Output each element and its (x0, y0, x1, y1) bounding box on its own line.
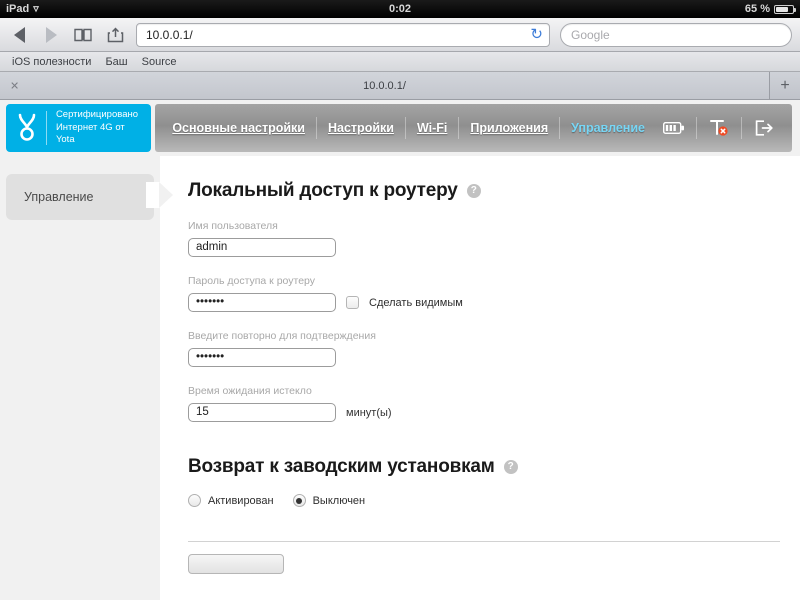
bottom-action-button[interactable] (188, 554, 284, 574)
sidebar-item-label: Управление (24, 190, 94, 204)
username-input[interactable]: admin (188, 238, 336, 257)
nav-divider (741, 117, 742, 139)
sidebar-notch-icon (159, 182, 173, 208)
safari-toolbar: 10.0.0.1/ ↻ Google (0, 18, 800, 52)
factory-reset-options: Активирован Выключен (188, 494, 780, 507)
sidebar-item-upravlenie[interactable]: Управление (6, 174, 154, 220)
password-row: ••••••• Сделать видимым (188, 293, 780, 312)
back-arrow-icon[interactable] (8, 24, 30, 46)
brand-text: Сертифицировано Интернет 4G от Yota (56, 109, 140, 147)
nav-item-upravlenie[interactable]: Управление (562, 121, 654, 135)
search-field[interactable]: Google (560, 23, 792, 47)
radio-vyklyuchen-label: Выключен (313, 495, 366, 507)
browser-tab[interactable]: ✕ 10.0.0.1/ (0, 72, 770, 99)
router-nav: Основные настройки Настройки Wi-Fi Прило… (155, 104, 792, 152)
status-bar-left: iPad ▿ (6, 3, 39, 15)
nav-divider (559, 117, 560, 139)
sidebar-notch-fill (146, 182, 160, 208)
confirm-password-input[interactable]: ••••••• (188, 348, 336, 367)
timeout-input[interactable]: 15 (188, 403, 336, 422)
nav-item-prilozheniya[interactable]: Приложения (461, 121, 557, 135)
url-text: 10.0.0.1/ (146, 28, 530, 42)
bookmark-item[interactable]: Баш (105, 56, 127, 68)
show-password-label: Сделать видимым (369, 297, 463, 309)
nav-divider (405, 117, 406, 139)
page-title-text: Локальный доступ к роутеру (188, 180, 458, 202)
brand-line-2: Интернет 4G от Yota (56, 122, 125, 146)
search-placeholder: Google (571, 28, 610, 42)
close-icon[interactable]: ✕ (10, 79, 19, 92)
router-header: Сертифицировано Интернет 4G от Yota Осно… (0, 100, 800, 156)
content-panel: Локальный доступ к роутеру ? Имя пользов… (160, 156, 800, 600)
password-input[interactable]: ••••••• (188, 293, 336, 312)
brand-divider (46, 111, 47, 145)
page-title: Локальный доступ к роутеру ? (188, 180, 780, 202)
factory-reset-title: Возврат к заводским установкам ? (188, 456, 780, 478)
web-page: Сертифицировано Интернет 4G от Yota Осно… (0, 100, 800, 600)
tab-bar: ✕ 10.0.0.1/ + (0, 72, 800, 100)
radio-vyklyuchen[interactable] (293, 494, 306, 507)
reload-icon[interactable]: ↻ (530, 27, 543, 42)
password-label: Пароль доступа к роутеру (188, 275, 780, 287)
bookmark-item[interactable]: iOS полезности (12, 56, 91, 68)
plus-icon[interactable]: + (770, 72, 800, 99)
timeout-row: 15 минут(ы) (188, 403, 780, 422)
battery-icon (774, 5, 794, 14)
bookmark-item[interactable]: Source (142, 56, 177, 68)
forward-arrow-icon[interactable] (40, 24, 62, 46)
battery-percent-label: 65 % (745, 3, 770, 15)
nav-divider (458, 117, 459, 139)
battery-icon[interactable] (654, 122, 694, 134)
nav-status-icons (654, 117, 784, 139)
show-password-checkbox[interactable] (346, 296, 359, 309)
help-icon[interactable]: ? (504, 460, 518, 474)
nav-divider (696, 117, 697, 139)
nav-item-osnovnye-nastroyki[interactable]: Основные настройки (163, 121, 314, 135)
signal-error-icon[interactable] (699, 119, 739, 137)
username-label: Имя пользователя (188, 220, 780, 232)
section-divider (188, 541, 780, 542)
nav-item-wifi[interactable]: Wi-Fi (408, 121, 456, 135)
brand-badge: Сертифицировано Интернет 4G от Yota (6, 104, 151, 152)
nav-divider (316, 117, 317, 139)
router-body: Управление Локальный доступ к роутеру ? … (0, 156, 800, 600)
radio-aktivirovan[interactable] (188, 494, 201, 507)
confirm-password-label: Введите повторно для подтверждения (188, 330, 780, 342)
ios-status-bar: iPad ▿ 0:02 65 % (0, 0, 800, 18)
status-bar-clock: 0:02 (0, 3, 800, 15)
radio-aktivirovan-label: Активирован (208, 495, 274, 507)
url-bar[interactable]: 10.0.0.1/ ↻ (136, 23, 550, 47)
tab-title: 10.0.0.1/ (363, 80, 406, 92)
nav-item-nastroyki[interactable]: Настройки (319, 121, 403, 135)
status-bar-right: 65 % (745, 3, 794, 15)
yota-logo-icon (17, 113, 37, 143)
wifi-icon: ▿ (33, 4, 39, 15)
timeout-unit-label: минут(ы) (346, 407, 392, 419)
book-icon[interactable] (72, 24, 94, 46)
device-name: iPad (6, 3, 29, 15)
sidebar: Управление (0, 156, 160, 600)
share-icon[interactable] (104, 24, 126, 46)
factory-reset-title-text: Возврат к заводским установкам (188, 456, 495, 478)
help-icon[interactable]: ? (467, 184, 481, 198)
logout-icon[interactable] (744, 120, 784, 136)
bookmarks-bar: iOS полезности Баш Source (0, 52, 800, 72)
brand-line-1: Сертифицировано (56, 109, 138, 120)
timeout-label: Время ожидания истекло (188, 385, 780, 397)
